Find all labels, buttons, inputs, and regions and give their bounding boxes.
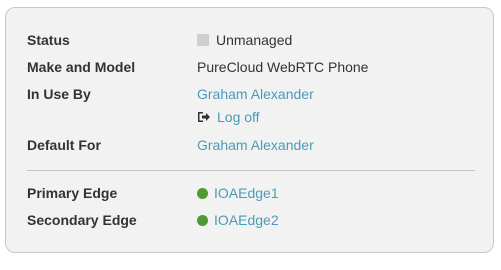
default-for-user-link[interactable]: Graham Alexander xyxy=(197,135,314,155)
secondary-edge-label: Secondary Edge xyxy=(27,212,137,228)
make-model-row: Make and Model PureCloud WebRTC Phone xyxy=(27,57,477,77)
unmanaged-status-icon xyxy=(197,34,209,46)
status-row: Status Unmanaged xyxy=(27,30,477,50)
in-use-by-user-link[interactable]: Graham Alexander xyxy=(197,84,314,104)
logoff-row: Log off xyxy=(27,107,477,127)
primary-edge-row: Primary Edge IOAEdge1 xyxy=(27,183,477,203)
online-status-icon xyxy=(197,188,208,199)
secondary-edge-value: IOAEdge2 xyxy=(197,210,279,230)
secondary-edge-link[interactable]: IOAEdge2 xyxy=(214,212,279,228)
sign-out-icon xyxy=(198,112,210,122)
in-use-by-row: In Use By Graham Alexander xyxy=(27,84,477,104)
phone-details-card: Status Unmanaged Make and Model PureClou… xyxy=(5,7,494,253)
primary-edge-value: IOAEdge1 xyxy=(197,183,279,203)
status-label: Status xyxy=(27,32,70,48)
make-model-label: Make and Model xyxy=(27,59,136,75)
make-model-value: PureCloud WebRTC Phone xyxy=(197,59,369,75)
primary-edge-link[interactable]: IOAEdge1 xyxy=(214,185,279,201)
section-divider xyxy=(27,170,475,171)
logoff-action[interactable]: Log off xyxy=(197,107,260,127)
logoff-link[interactable]: Log off xyxy=(217,109,260,125)
status-text: Unmanaged xyxy=(216,32,293,48)
primary-edge-label: Primary Edge xyxy=(27,185,118,201)
in-use-by-label: In Use By xyxy=(27,86,91,102)
default-for-row: Default For Graham Alexander xyxy=(27,135,477,155)
default-for-label: Default For xyxy=(27,137,101,153)
online-status-icon xyxy=(197,215,208,226)
status-value: Unmanaged xyxy=(197,30,292,50)
secondary-edge-row: Secondary Edge IOAEdge2 xyxy=(27,210,477,230)
